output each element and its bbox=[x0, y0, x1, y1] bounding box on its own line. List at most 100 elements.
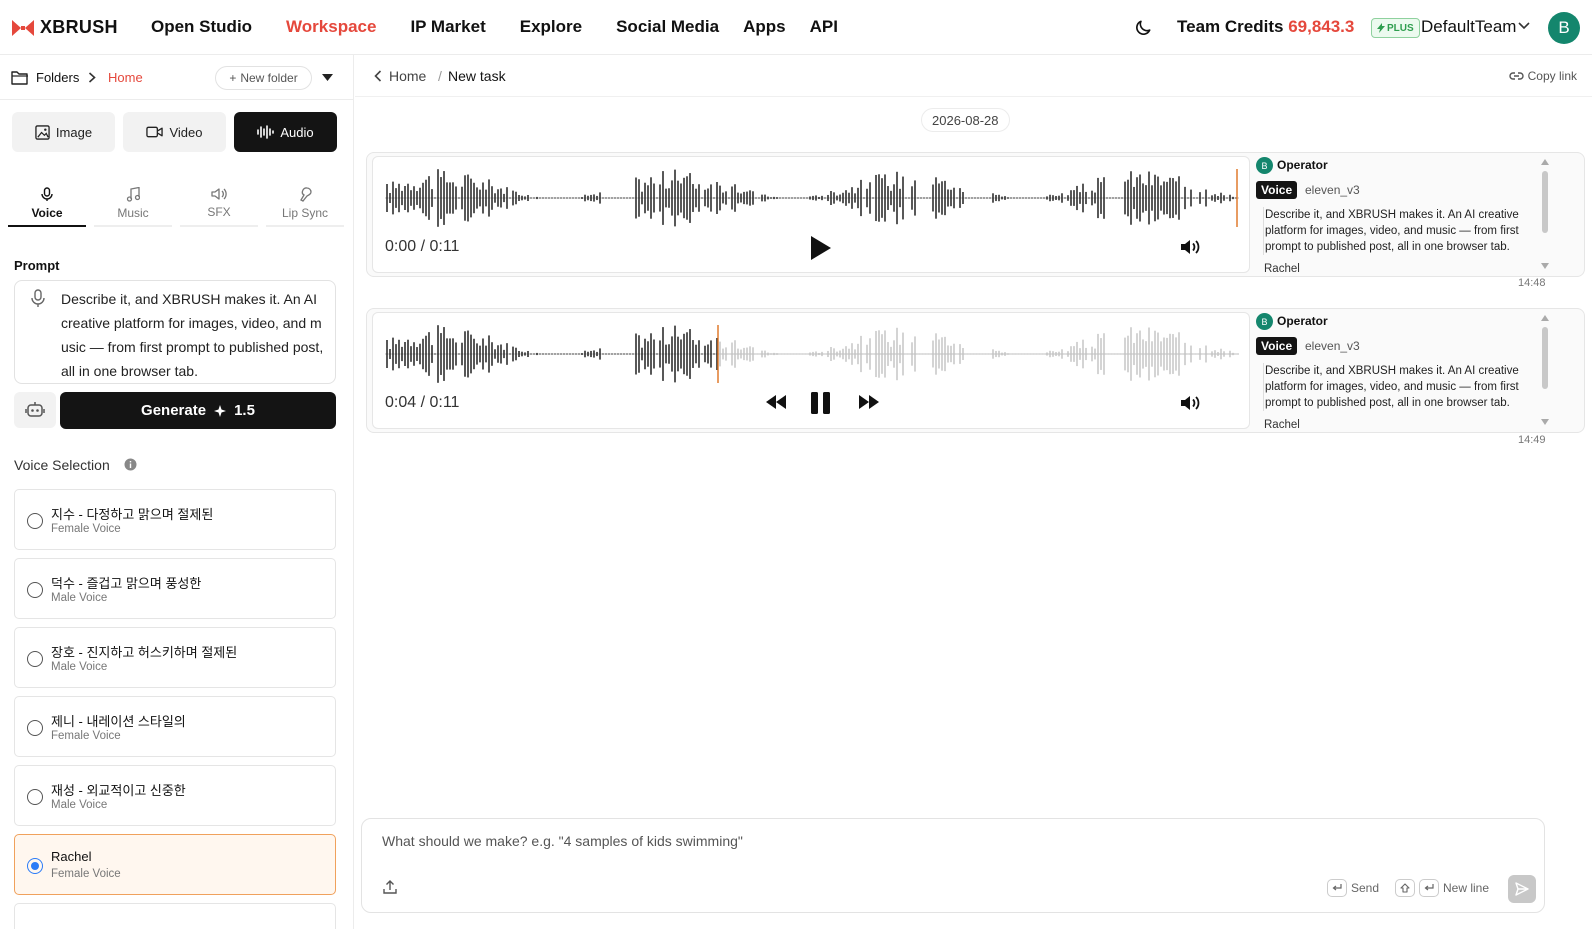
voice-option-type: Male Voice bbox=[51, 661, 108, 673]
tab-video[interactable]: Video bbox=[123, 112, 226, 152]
tab-music[interactable]: Music bbox=[94, 181, 172, 227]
tab-sfx[interactable]: SFX bbox=[180, 181, 258, 227]
result-voice-name: Rachel bbox=[1264, 419, 1300, 428]
copy-link-label: Copy link bbox=[1527, 69, 1577, 83]
operator-name: Operator bbox=[1277, 158, 1328, 172]
breadcrumb-home[interactable]: Home bbox=[389, 68, 426, 84]
audio-player: 0:04 / 0:11 bbox=[372, 312, 1250, 429]
logo[interactable]: XBRUSH bbox=[12, 17, 118, 38]
info-scrollbar[interactable] bbox=[1539, 157, 1551, 272]
voice-radio[interactable] bbox=[27, 720, 43, 736]
audio-result-card: 0:04 / 0:11 B Operator Voice eleven_v3 D… bbox=[366, 308, 1585, 433]
voice-radio[interactable] bbox=[27, 582, 43, 598]
voice-option-selected[interactable]: Rachel Female Voice bbox=[14, 834, 336, 895]
model-name: eleven_v3 bbox=[1305, 183, 1360, 197]
prompt-text[interactable]: Describe it, and XBRUSH makes it. An AI … bbox=[61, 287, 325, 383]
music-note-icon bbox=[126, 187, 140, 202]
result-info: B Operator Voice eleven_v3 Describe it, … bbox=[1256, 157, 1556, 272]
voice-option[interactable]: 제니 - 내레이션 스타일의 Female Voice bbox=[14, 696, 336, 757]
operator-name: Operator bbox=[1277, 314, 1328, 328]
copy-link-button[interactable]: Copy link bbox=[1509, 69, 1577, 83]
generate-button[interactable]: Generate 1.5 bbox=[60, 392, 336, 429]
dark-mode-moon-icon[interactable] bbox=[1133, 18, 1153, 38]
image-icon bbox=[35, 124, 50, 140]
voice-option-type: Female Voice bbox=[51, 868, 121, 880]
audio-waveform[interactable] bbox=[385, 167, 1239, 229]
chevron-down-icon[interactable] bbox=[1518, 22, 1530, 30]
nav-workspace[interactable]: Workspace bbox=[286, 17, 376, 37]
model-name: eleven_v3 bbox=[1305, 339, 1360, 353]
audio-player: 0:00 / 0:11 bbox=[372, 156, 1250, 273]
mic-input-icon[interactable] bbox=[31, 289, 45, 308]
robot-icon bbox=[25, 402, 45, 417]
prompt-textarea[interactable]: Describe it, and XBRUSH makes it. An AI … bbox=[14, 280, 336, 384]
voice-option-type: Female Voice bbox=[51, 730, 121, 742]
plan-badge-label: PLUS bbox=[1387, 22, 1414, 34]
result-timestamp: 14:48 bbox=[1518, 277, 1546, 289]
voice-radio[interactable] bbox=[27, 513, 43, 529]
volume-icon[interactable] bbox=[1180, 394, 1202, 412]
composer-input[interactable] bbox=[382, 833, 1282, 849]
tab-audio-label: Audio bbox=[280, 124, 314, 140]
voice-option-type: Male Voice bbox=[51, 799, 108, 811]
audio-result-card: 0:00 / 0:11 B Operator Voice eleven_v3 D… bbox=[366, 152, 1585, 277]
newline-hint: New line bbox=[1395, 879, 1489, 897]
voice-option[interactable]: 재성 - 외교적이고 신중한 Male Voice bbox=[14, 765, 336, 826]
team-selector[interactable]: DefaultTeam bbox=[1421, 17, 1516, 37]
new-folder-button[interactable]: + New folder bbox=[215, 66, 312, 90]
info-icon[interactable] bbox=[124, 458, 137, 471]
credits-label: Team Credits bbox=[1177, 17, 1284, 36]
xbrush-logo-icon bbox=[12, 19, 34, 36]
result-info: B Operator Voice eleven_v3 Describe it, … bbox=[1256, 313, 1556, 428]
nav-apps[interactable]: Apps bbox=[743, 17, 786, 37]
plus-icon: + bbox=[229, 71, 237, 85]
send-icon bbox=[1515, 882, 1529, 896]
nav-open-studio[interactable]: Open Studio bbox=[151, 17, 252, 37]
voice-list: 지수 - 다정하고 맑으며 절제된 Female Voice 덕수 - 즐겁고 … bbox=[14, 489, 336, 929]
audio-wave-icon bbox=[257, 125, 275, 139]
newline-hint-label: New line bbox=[1443, 881, 1490, 895]
upload-icon[interactable] bbox=[383, 880, 397, 894]
tab-voice-label: Voice bbox=[31, 206, 63, 220]
nav-api[interactable]: API bbox=[810, 17, 838, 37]
voice-radio[interactable] bbox=[27, 651, 43, 667]
microphone-icon bbox=[41, 187, 53, 201]
voice-option[interactable] bbox=[14, 903, 336, 929]
caret-down-icon[interactable] bbox=[322, 74, 333, 81]
operator-avatar: B bbox=[1256, 157, 1273, 174]
team-credits[interactable]: Team Credits 69,843.3 bbox=[1177, 17, 1354, 37]
nav-explore[interactable]: Explore bbox=[520, 17, 582, 37]
audio-sub-tabs: Voice Music SFX Lip Sync bbox=[8, 181, 344, 227]
voice-option[interactable]: 덕수 - 즐겁고 맑으며 풍성한 Male Voice bbox=[14, 558, 336, 619]
nav-social-media[interactable]: Social Media bbox=[616, 17, 719, 37]
tab-lip-sync-label: Lip Sync bbox=[281, 206, 329, 220]
tab-voice[interactable]: Voice bbox=[8, 181, 86, 227]
back-chevron-icon[interactable] bbox=[374, 70, 382, 82]
tab-lip-sync[interactable]: Lip Sync bbox=[266, 181, 344, 227]
voice-option-name: 장호 - 진지하고 허스키하며 절제된 bbox=[51, 645, 238, 660]
voice-option-name: 지수 - 다정하고 맑으며 절제된 bbox=[51, 507, 214, 522]
rewind-icon[interactable] bbox=[766, 395, 786, 409]
nav-ip-market[interactable]: IP Market bbox=[410, 17, 485, 37]
user-avatar[interactable]: B bbox=[1548, 12, 1580, 44]
voice-radio[interactable] bbox=[27, 789, 43, 805]
date-chip: 2026-08-28 bbox=[921, 108, 1010, 132]
pause-icon[interactable] bbox=[810, 391, 832, 415]
play-icon[interactable] bbox=[810, 235, 832, 261]
voice-radio-checked[interactable] bbox=[27, 858, 43, 874]
top-navigation-bar: XBRUSH Open Studio Workspace IP Market E… bbox=[0, 0, 1592, 55]
audio-time: 0:04 / 0:11 bbox=[385, 394, 460, 411]
folders-link[interactable]: Folders bbox=[36, 70, 79, 85]
send-button[interactable] bbox=[1508, 875, 1536, 903]
home-folder-crumb[interactable]: Home bbox=[108, 70, 143, 85]
audio-waveform[interactable] bbox=[385, 323, 1239, 385]
tab-image[interactable]: Image bbox=[12, 112, 115, 152]
logo-text: XBRUSH bbox=[40, 17, 118, 37]
volume-icon[interactable] bbox=[1180, 238, 1202, 256]
voice-option[interactable]: 장호 - 진지하고 허스키하며 절제된 Male Voice bbox=[14, 627, 336, 688]
fast-forward-icon[interactable] bbox=[859, 395, 879, 409]
ai-assist-button[interactable] bbox=[14, 392, 56, 428]
info-scrollbar[interactable] bbox=[1539, 313, 1551, 428]
voice-option[interactable]: 지수 - 다정하고 맑으며 절제된 Female Voice bbox=[14, 489, 336, 550]
tab-audio[interactable]: Audio bbox=[234, 112, 337, 152]
